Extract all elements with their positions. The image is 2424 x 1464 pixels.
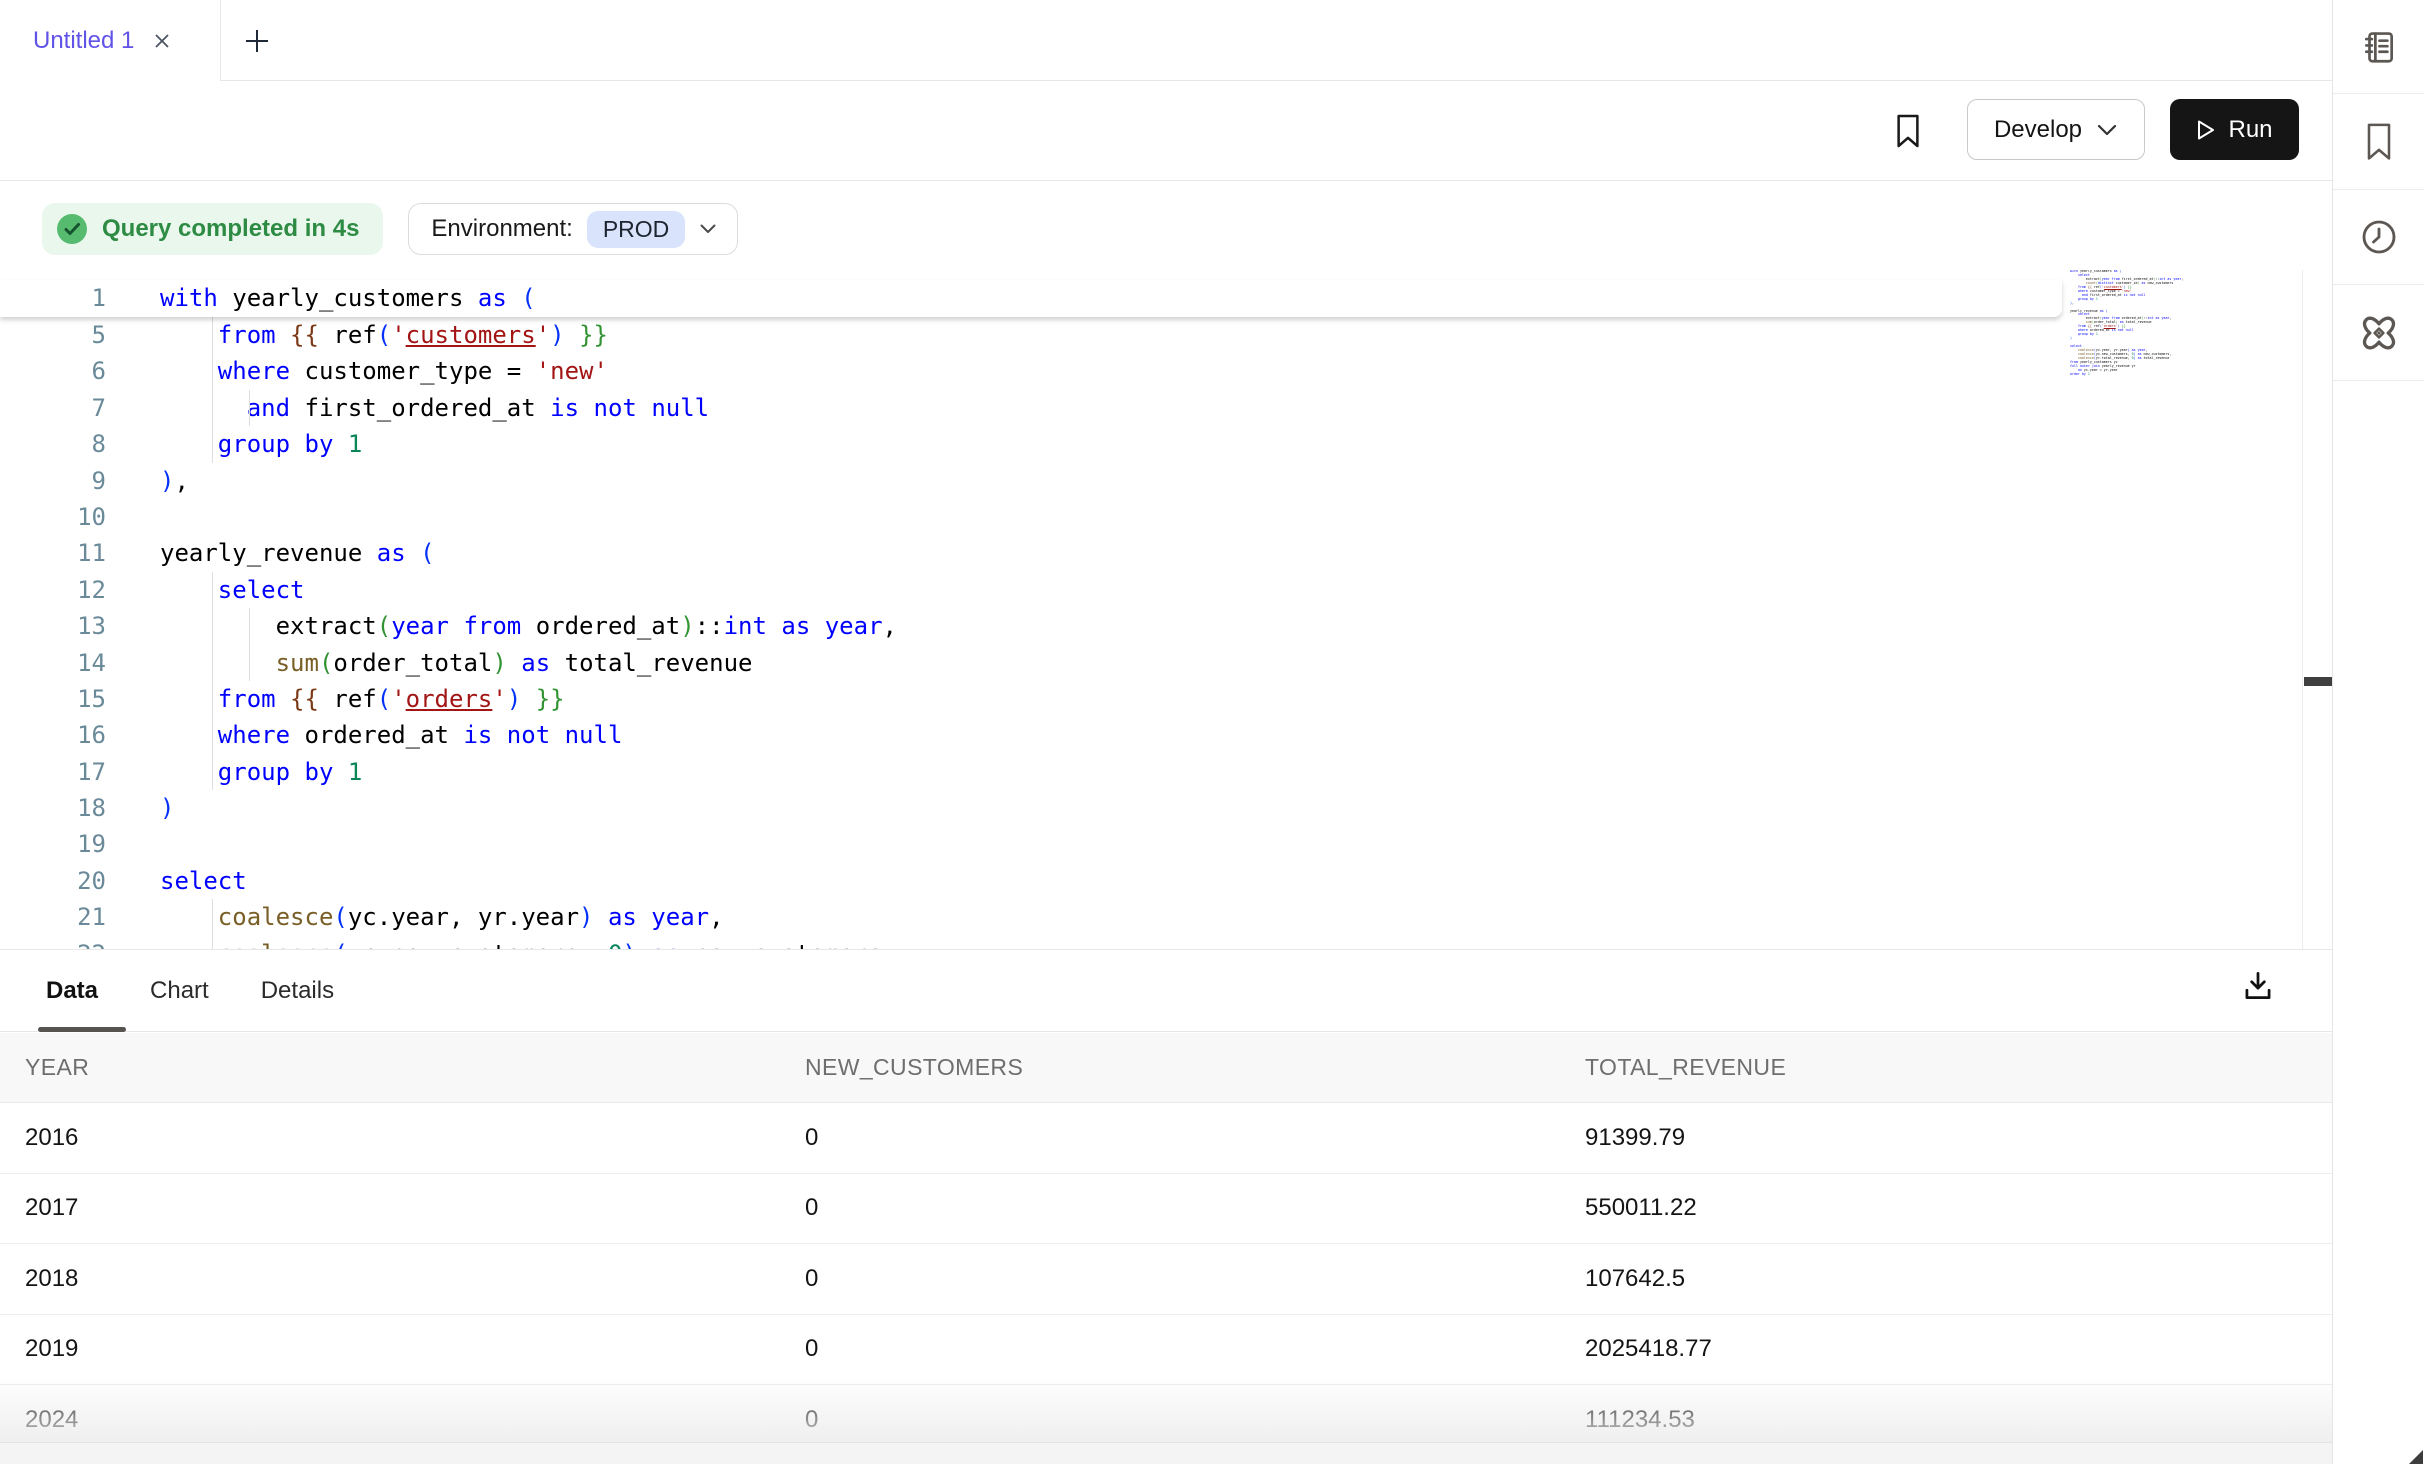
- table-cell: 2018: [0, 1265, 780, 1293]
- chevron-down-icon: [699, 223, 717, 235]
- code-line: 17 group by 1: [0, 754, 2300, 790]
- table-cell: 2019: [0, 1335, 780, 1363]
- tab-chart[interactable]: Chart: [150, 977, 209, 1005]
- table-cell: 0: [780, 1265, 1560, 1293]
- table-cell: 0: [780, 1406, 1560, 1434]
- tab-title: Untitled 1: [33, 27, 134, 55]
- status-row: Query completed in 4s Environment: PROD: [42, 203, 738, 255]
- code-line: 5 from {{ ref('customers') }}: [0, 317, 2300, 353]
- indent-guide: [249, 390, 250, 426]
- environment-value-badge: PROD: [587, 211, 685, 248]
- code-line: 9 ),: [0, 463, 2300, 499]
- tab-bar: Untitled 1: [0, 0, 2332, 81]
- table-cell: 2024: [0, 1406, 780, 1434]
- check-circle-icon: [56, 213, 88, 245]
- indent-guide: [249, 608, 250, 681]
- indent-guide: [212, 572, 213, 790]
- scrollbar-thumb[interactable]: [2304, 677, 2332, 686]
- code-line: 16 where ordered_at is not null: [0, 717, 2300, 753]
- code-line: 6 where customer_type = 'new': [0, 353, 2300, 389]
- run-button-label: Run: [2228, 116, 2272, 144]
- indent-guide: [212, 317, 213, 463]
- active-tab-indicator: [38, 1027, 126, 1032]
- table-row: 20180107642.5: [0, 1244, 2332, 1315]
- table-row: 2016091399.79: [0, 1103, 2332, 1174]
- notebook-icon: [2360, 28, 2398, 66]
- minimap[interactable]: with yearly_customers as ( select extrac…: [2070, 270, 2210, 400]
- table-row: 201902025418.77: [0, 1315, 2332, 1386]
- tab-data[interactable]: Data: [46, 977, 98, 1005]
- file-tab-untitled-1[interactable]: Untitled 1: [0, 0, 221, 81]
- table-row: 20170550011.22: [0, 1174, 2332, 1245]
- indent-guide: [212, 899, 213, 949]
- bookmark-icon: [2361, 122, 2397, 162]
- sticky-scroll-line[interactable]: 1 with yearly_customers as (: [0, 280, 2062, 317]
- code-lines-area[interactable]: 5 from {{ ref('customers') }} 6 where cu…: [0, 317, 2300, 949]
- table-cell: 91399.79: [1560, 1124, 2332, 1152]
- right-icon-rail: [2332, 0, 2424, 1464]
- table-cell: 2025418.77: [1560, 1335, 2332, 1363]
- history-clock-icon: [2359, 217, 2399, 257]
- code-line: 10: [0, 499, 2300, 535]
- chevron-down-icon: [2096, 123, 2118, 137]
- query-status-text: Query completed in 4s: [102, 215, 359, 243]
- table-row: 20240111234.53: [0, 1385, 2332, 1442]
- code-line: 8 group by 1: [0, 426, 2300, 462]
- ide-window: Untitled 1 Develop Run Query complete: [0, 0, 2424, 1464]
- rail-item-bookmarks[interactable]: [2333, 94, 2424, 190]
- table-header-row: YEARNEW_CUSTOMERSTOTAL_REVENUE: [0, 1033, 2332, 1103]
- table-cell: 107642.5: [1560, 1265, 2332, 1293]
- column-header: NEW_CUSTOMERS: [780, 1054, 1560, 1081]
- tab-details[interactable]: Details: [261, 977, 334, 1005]
- table-cell: 111234.53: [1560, 1406, 2332, 1434]
- code-line: 15 from {{ ref('orders') }}: [0, 681, 2300, 717]
- minimap-line: order by 1: [2070, 373, 2210, 377]
- table-hscrollbar-track[interactable]: [0, 1442, 2332, 1464]
- code-editor[interactable]: Query completed in 4s Environment: PROD …: [0, 182, 2332, 949]
- play-icon: [2196, 119, 2216, 141]
- ref-link[interactable]: orders: [406, 685, 493, 713]
- close-tab-icon[interactable]: [150, 29, 174, 53]
- code-line: 20 select: [0, 863, 2300, 899]
- dbt-logo-icon: [2357, 311, 2401, 355]
- code-line: 11 yearly_revenue as (: [0, 535, 2300, 571]
- code-line: 14 sum(order_total) as total_revenue: [0, 645, 2300, 681]
- develop-button[interactable]: Develop: [1967, 99, 2145, 160]
- table-cell: 0: [780, 1124, 1560, 1152]
- run-button[interactable]: Run: [2170, 99, 2299, 160]
- table-cell: 0: [780, 1335, 1560, 1363]
- table-body: 2016091399.7920170550011.2220180107642.5…: [0, 1103, 2332, 1442]
- table-cell: 550011.22: [1560, 1194, 2332, 1222]
- code-line: 1 with yearly_customers as (: [0, 280, 2062, 316]
- column-header: YEAR: [0, 1054, 780, 1081]
- download-icon[interactable]: [2236, 964, 2280, 1008]
- results-tab-bar: Data Chart Details: [0, 950, 2332, 1032]
- code-line: 7 and first_ordered_at is not null: [0, 390, 2300, 426]
- code-line: 22 coalesce(yc.new_customers, 0) as new_…: [0, 936, 2300, 949]
- rail-item-dbt[interactable]: [2333, 285, 2424, 381]
- rail-item-notebook[interactable]: [2333, 0, 2424, 94]
- code-line: 18 ): [0, 790, 2300, 826]
- environment-selector[interactable]: Environment: PROD: [408, 203, 738, 255]
- resize-grip[interactable]: [2409, 1450, 2423, 1464]
- develop-button-label: Develop: [1994, 116, 2082, 144]
- environment-label: Environment:: [431, 215, 572, 243]
- new-tab-plus-icon[interactable]: [238, 22, 276, 60]
- editor-scrollbar[interactable]: [2302, 270, 2332, 949]
- code-line: 19: [0, 826, 2300, 862]
- code-line: 12 select: [0, 572, 2300, 608]
- table-cell: 2016: [0, 1124, 780, 1152]
- query-status-pill: Query completed in 4s: [42, 203, 383, 255]
- column-header: TOTAL_REVENUE: [1560, 1054, 2332, 1081]
- ref-link[interactable]: customers: [406, 321, 536, 349]
- table-cell: 0: [780, 1194, 1560, 1222]
- bookmark-icon[interactable]: [1890, 110, 1926, 152]
- code-line: 21 coalesce(yc.year, yr.year) as year,: [0, 899, 2300, 935]
- table-cell: 2017: [0, 1194, 780, 1222]
- code-line: 13 extract(year from ordered_at)::int as…: [0, 608, 2300, 644]
- results-panel: Data Chart Details YEARNEW_CUSTOMERSTOTA…: [0, 949, 2332, 1464]
- rail-item-history[interactable]: [2333, 190, 2424, 285]
